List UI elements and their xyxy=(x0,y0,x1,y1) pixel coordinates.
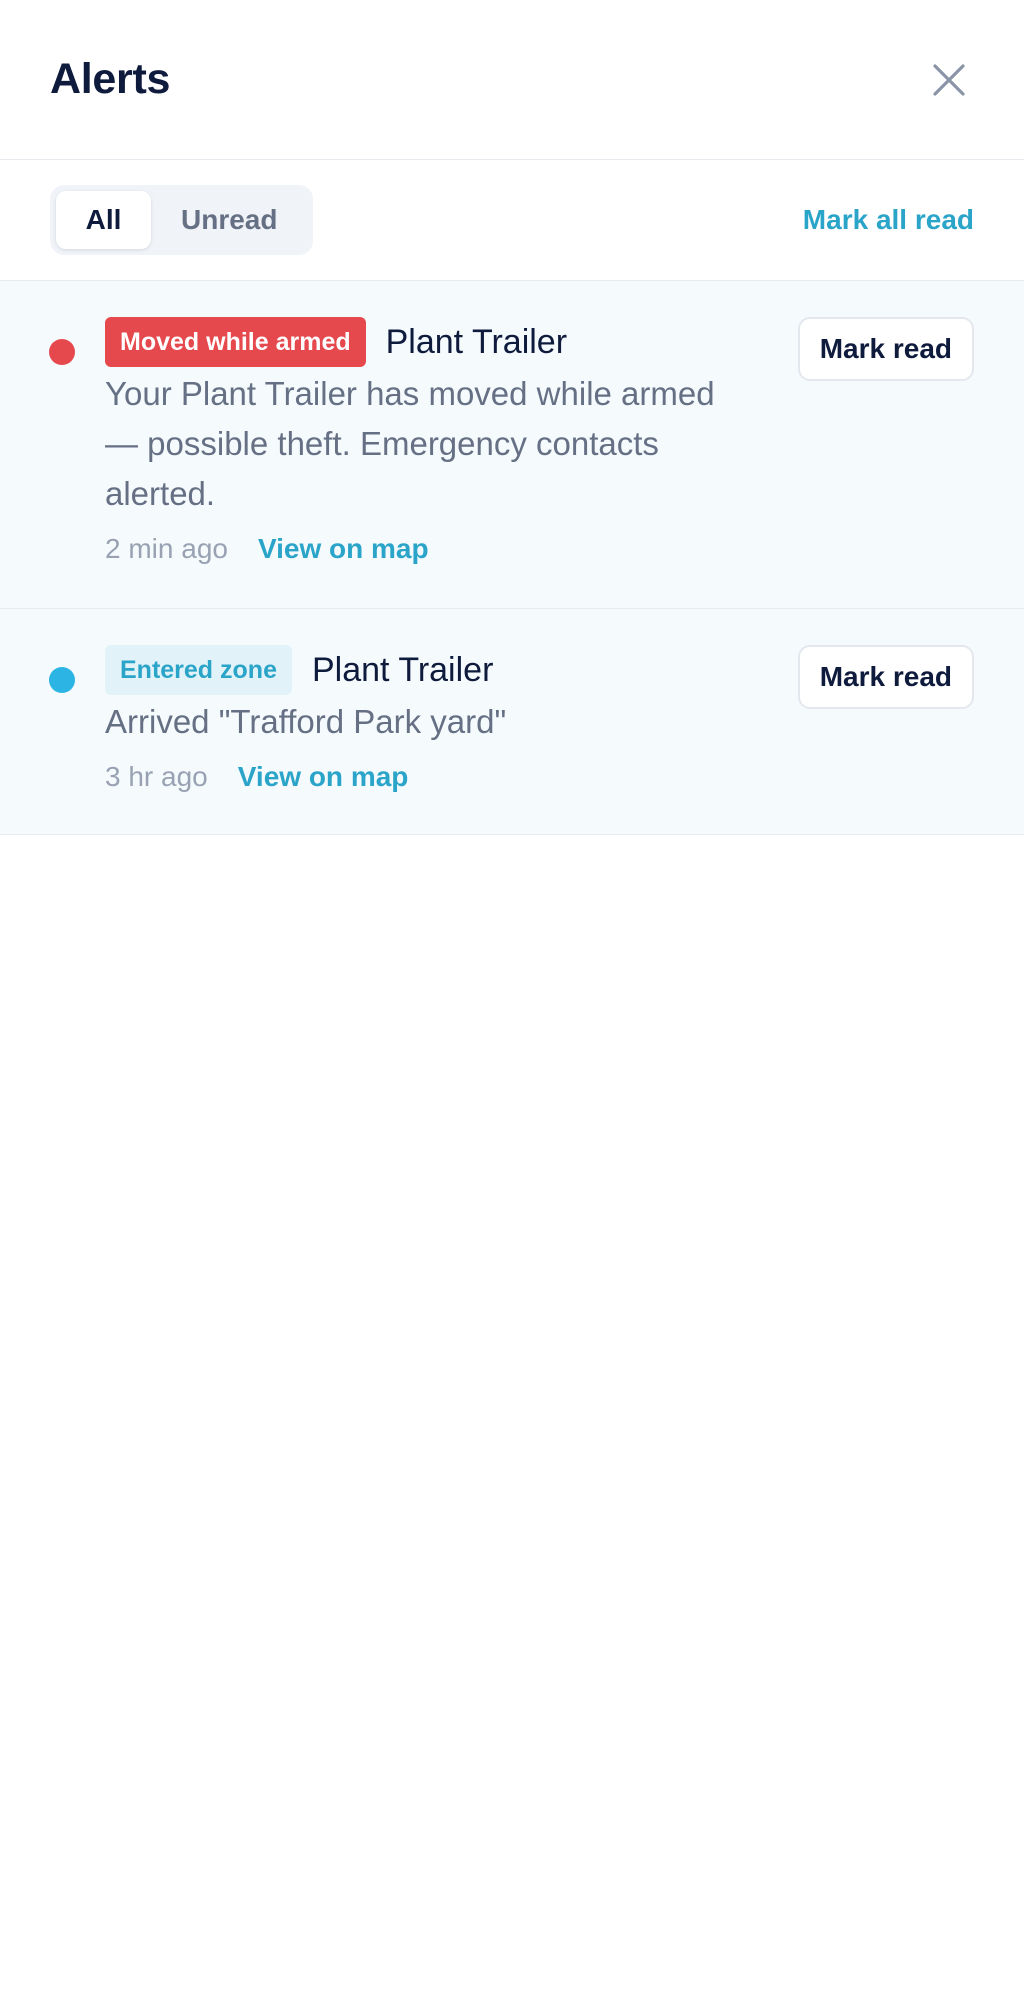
alert-message: Your Plant Trailer has moved while armed… xyxy=(105,375,715,512)
alerts-header: Alerts xyxy=(0,0,1024,160)
alert-type-badge: Entered zone xyxy=(105,645,292,695)
alert-item: Moved while armed Plant Trailer Your Pla… xyxy=(0,281,1024,609)
filter-toolbar: All Unread Mark all read xyxy=(0,160,1024,281)
alert-type-badge: Moved while armed xyxy=(105,317,366,367)
alert-message: Arrived "Trafford Park yard" xyxy=(105,703,507,740)
view-on-map-link[interactable]: View on map xyxy=(258,533,429,565)
view-on-map-link[interactable]: View on map xyxy=(238,761,409,793)
alert-time: 2 min ago xyxy=(105,533,228,564)
tab-unread[interactable]: Unread xyxy=(151,191,307,249)
close-button[interactable] xyxy=(919,50,979,110)
alert-time: 3 hr ago xyxy=(105,761,208,792)
mark-read-button[interactable]: Mark read xyxy=(797,645,974,709)
close-icon xyxy=(933,63,965,96)
device-name: Plant Trailer xyxy=(311,650,494,689)
alert-item: Entered zone Plant Trailer Arrived "Traf… xyxy=(0,609,1024,835)
filter-segmented-control: All Unread xyxy=(50,185,314,255)
mark-read-button[interactable]: Mark read xyxy=(797,317,974,381)
tab-all[interactable]: All xyxy=(56,191,151,249)
unread-dot xyxy=(49,667,75,693)
page-title: Alerts xyxy=(50,55,171,103)
alert-meta: 3 hr ago View on map xyxy=(105,757,974,797)
mark-all-read-link[interactable]: Mark all read xyxy=(803,204,974,236)
unread-dot xyxy=(49,339,75,365)
alert-meta: 2 min ago View on map xyxy=(105,529,974,569)
device-name: Plant Trailer xyxy=(385,322,568,361)
